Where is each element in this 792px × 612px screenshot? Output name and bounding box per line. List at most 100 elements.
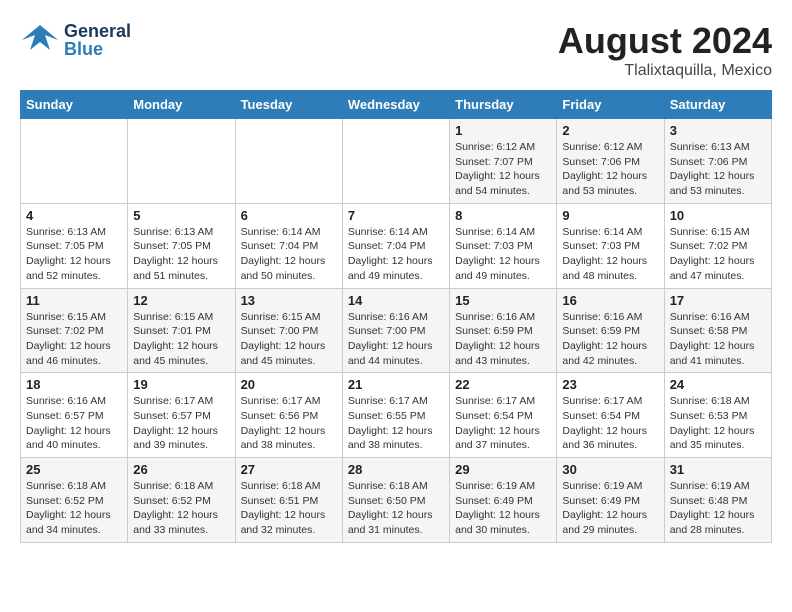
- day-number: 12: [133, 293, 229, 308]
- day-number: 3: [670, 123, 766, 138]
- day-number: 2: [562, 123, 658, 138]
- title-block: August 2024 Tlalixtaquilla, Mexico: [558, 20, 772, 80]
- day-info: Sunrise: 6:18 AMSunset: 6:50 PMDaylight:…: [348, 479, 444, 538]
- logo-general-text: General: [64, 22, 131, 40]
- day-info: Sunrise: 6:15 AMSunset: 7:00 PMDaylight:…: [241, 310, 337, 369]
- week-row-2: 4 Sunrise: 6:13 AMSunset: 7:05 PMDaylight…: [21, 203, 772, 288]
- day-info: Sunrise: 6:18 AMSunset: 6:52 PMDaylight:…: [133, 479, 229, 538]
- day-number: 26: [133, 462, 229, 477]
- day-info: Sunrise: 6:15 AMSunset: 7:02 PMDaylight:…: [670, 225, 766, 284]
- day-number: 29: [455, 462, 551, 477]
- day-number: 22: [455, 377, 551, 392]
- day-cell-29: 29Sunrise: 6:19 AMSunset: 6:49 PMDayligh…: [450, 458, 557, 543]
- day-info: Sunrise: 6:14 AMSunset: 7:03 PMDaylight:…: [455, 225, 551, 284]
- day-info: Sunrise: 6:16 AMSunset: 6:57 PMDaylight:…: [26, 394, 122, 453]
- day-info: Sunrise: 6:19 AMSunset: 6:48 PMDaylight:…: [670, 479, 766, 538]
- day-number: 27: [241, 462, 337, 477]
- day-info: Sunrise: 6:13 AMSunset: 7:05 PMDaylight:…: [26, 225, 122, 284]
- day-number: 20: [241, 377, 337, 392]
- day-cell-9: 9Sunrise: 6:14 AMSunset: 7:03 PMDaylight…: [557, 203, 664, 288]
- day-info: Sunrise: 6:16 AMSunset: 7:00 PMDaylight:…: [348, 310, 444, 369]
- day-cell-22: 22 Sunrise: 6:17 AMSunset: 6:54 PMDayligh…: [450, 373, 557, 458]
- day-cell-3: 3 Sunrise: 6:13 AMSunset: 7:06 PMDaylight…: [664, 119, 771, 204]
- day-cell-1: 1Sunrise: 6:12 AMSunset: 7:07 PMDaylight…: [450, 119, 557, 204]
- day-info: Sunrise: 6:18 AMSunset: 6:52 PMDaylight:…: [26, 479, 122, 538]
- day-cell-25: 25 Sunrise: 6:18 AMSunset: 6:52 PMDayligh…: [21, 458, 128, 543]
- day-number: 28: [348, 462, 444, 477]
- month-year-title: August 2024: [558, 20, 772, 62]
- day-cell-4: 4 Sunrise: 6:13 AMSunset: 7:05 PMDaylight…: [21, 203, 128, 288]
- day-number: 24: [670, 377, 766, 392]
- day-info: Sunrise: 6:14 AMSunset: 7:04 PMDaylight:…: [348, 225, 444, 284]
- day-cell-21: 21Sunrise: 6:17 AMSunset: 6:55 PMDayligh…: [342, 373, 449, 458]
- day-header-friday: Friday: [557, 91, 664, 119]
- logo-blue-text: Blue: [64, 40, 131, 58]
- day-number: 8: [455, 208, 551, 223]
- day-info: Sunrise: 6:17 AMSunset: 6:57 PMDaylight:…: [133, 394, 229, 453]
- day-info: Sunrise: 6:17 AMSunset: 6:54 PMDaylight:…: [562, 394, 658, 453]
- day-info: Sunrise: 6:16 AMSunset: 6:59 PMDaylight:…: [455, 310, 551, 369]
- day-number: 25: [26, 462, 122, 477]
- day-cell-5: 5 Sunrise: 6:13 AMSunset: 7:05 PMDaylight…: [128, 203, 235, 288]
- logo-icon: [20, 20, 60, 60]
- day-info: Sunrise: 6:19 AMSunset: 6:49 PMDaylight:…: [562, 479, 658, 538]
- day-info: Sunrise: 6:17 AMSunset: 6:54 PMDaylight:…: [455, 394, 551, 453]
- empty-cell: [342, 119, 449, 204]
- day-info: Sunrise: 6:13 AMSunset: 7:06 PMDaylight:…: [670, 140, 766, 199]
- day-cell-8: 8 Sunrise: 6:14 AMSunset: 7:03 PMDaylight…: [450, 203, 557, 288]
- day-cell-31: 31Sunrise: 6:19 AMSunset: 6:48 PMDayligh…: [664, 458, 771, 543]
- week-row-3: 11Sunrise: 6:15 AMSunset: 7:02 PMDayligh…: [21, 288, 772, 373]
- day-cell-11: 11Sunrise: 6:15 AMSunset: 7:02 PMDayligh…: [21, 288, 128, 373]
- day-info: Sunrise: 6:13 AMSunset: 7:05 PMDaylight:…: [133, 225, 229, 284]
- day-cell-18: 18 Sunrise: 6:16 AMSunset: 6:57 PMDayligh…: [21, 373, 128, 458]
- day-header-monday: Monday: [128, 91, 235, 119]
- day-cell-15: 15 Sunrise: 6:16 AMSunset: 6:59 PMDayligh…: [450, 288, 557, 373]
- day-cell-14: 14 Sunrise: 6:16 AMSunset: 7:00 PMDayligh…: [342, 288, 449, 373]
- day-number: 30: [562, 462, 658, 477]
- day-info: Sunrise: 6:15 AMSunset: 7:02 PMDaylight:…: [26, 310, 122, 369]
- day-info: Sunrise: 6:16 AMSunset: 6:59 PMDaylight:…: [562, 310, 658, 369]
- day-header-sunday: Sunday: [21, 91, 128, 119]
- week-row-1: 1Sunrise: 6:12 AMSunset: 7:07 PMDaylight…: [21, 119, 772, 204]
- days-header-row: SundayMondayTuesdayWednesdayThursdayFrid…: [21, 91, 772, 119]
- day-info: Sunrise: 6:18 AMSunset: 6:51 PMDaylight:…: [241, 479, 337, 538]
- day-info: Sunrise: 6:15 AMSunset: 7:01 PMDaylight:…: [133, 310, 229, 369]
- day-number: 15: [455, 293, 551, 308]
- day-cell-13: 13Sunrise: 6:15 AMSunset: 7:00 PMDayligh…: [235, 288, 342, 373]
- day-cell-24: 24Sunrise: 6:18 AMSunset: 6:53 PMDayligh…: [664, 373, 771, 458]
- day-cell-30: 30 Sunrise: 6:19 AMSunset: 6:49 PMDayligh…: [557, 458, 664, 543]
- day-number: 5: [133, 208, 229, 223]
- empty-cell: [235, 119, 342, 204]
- day-number: 19: [133, 377, 229, 392]
- day-cell-19: 19 Sunrise: 6:17 AMSunset: 6:57 PMDayligh…: [128, 373, 235, 458]
- empty-cell: [21, 119, 128, 204]
- day-info: Sunrise: 6:12 AMSunset: 7:06 PMDaylight:…: [562, 140, 658, 199]
- day-cell-16: 16 Sunrise: 6:16 AMSunset: 6:59 PMDayligh…: [557, 288, 664, 373]
- calendar-table: SundayMondayTuesdayWednesdayThursdayFrid…: [20, 90, 772, 543]
- day-cell-20: 20 Sunrise: 6:17 AMSunset: 6:56 PMDayligh…: [235, 373, 342, 458]
- day-cell-28: 28 Sunrise: 6:18 AMSunset: 6:50 PMDayligh…: [342, 458, 449, 543]
- day-cell-27: 27 Sunrise: 6:18 AMSunset: 6:51 PMDayligh…: [235, 458, 342, 543]
- day-header-wednesday: Wednesday: [342, 91, 449, 119]
- day-header-thursday: Thursday: [450, 91, 557, 119]
- day-info: Sunrise: 6:14 AMSunset: 7:03 PMDaylight:…: [562, 225, 658, 284]
- day-number: 18: [26, 377, 122, 392]
- empty-cell: [128, 119, 235, 204]
- day-cell-10: 10Sunrise: 6:15 AMSunset: 7:02 PMDayligh…: [664, 203, 771, 288]
- day-number: 1: [455, 123, 551, 138]
- day-info: Sunrise: 6:16 AMSunset: 6:58 PMDaylight:…: [670, 310, 766, 369]
- logo: General Blue: [20, 20, 131, 60]
- day-number: 17: [670, 293, 766, 308]
- day-info: Sunrise: 6:17 AMSunset: 6:56 PMDaylight:…: [241, 394, 337, 453]
- day-number: 23: [562, 377, 658, 392]
- day-number: 21: [348, 377, 444, 392]
- day-number: 14: [348, 293, 444, 308]
- day-cell-12: 12 Sunrise: 6:15 AMSunset: 7:01 PMDayligh…: [128, 288, 235, 373]
- day-number: 16: [562, 293, 658, 308]
- day-cell-26: 26 Sunrise: 6:18 AMSunset: 6:52 PMDayligh…: [128, 458, 235, 543]
- day-number: 6: [241, 208, 337, 223]
- day-number: 7: [348, 208, 444, 223]
- day-cell-23: 23 Sunrise: 6:17 AMSunset: 6:54 PMDayligh…: [557, 373, 664, 458]
- day-info: Sunrise: 6:14 AMSunset: 7:04 PMDaylight:…: [241, 225, 337, 284]
- day-number: 4: [26, 208, 122, 223]
